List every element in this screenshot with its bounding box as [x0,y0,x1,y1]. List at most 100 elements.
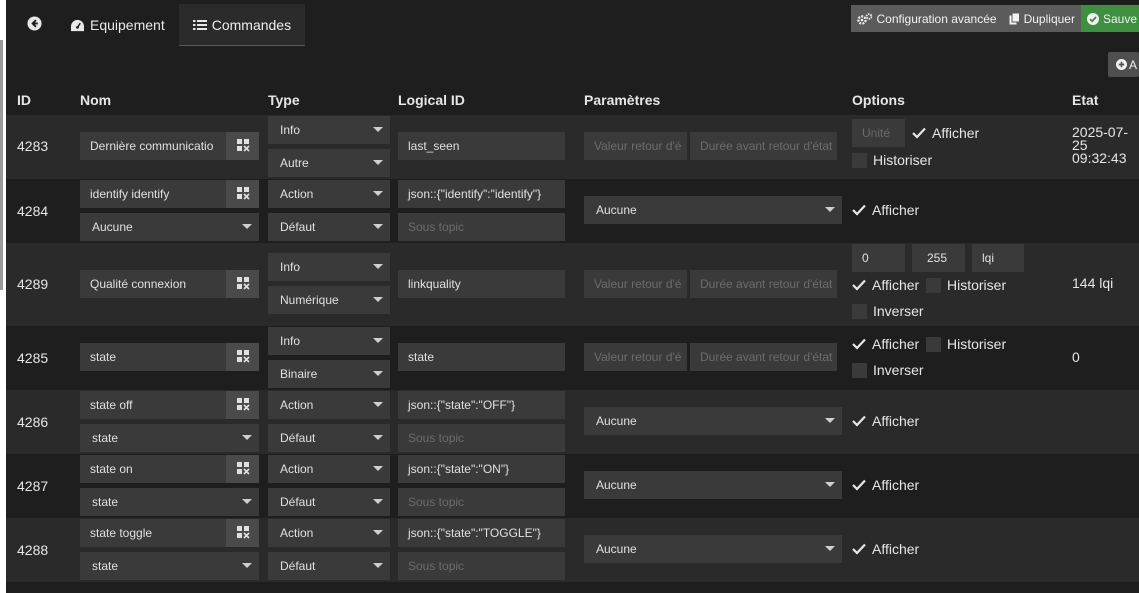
afficher-checkbox[interactable]: Afficher [852,413,919,429]
flag-icon [236,461,250,478]
add-command-button[interactable]: A [1108,52,1139,77]
icon-picker-button[interactable] [226,391,259,419]
afficher-checkbox[interactable]: Afficher [852,277,919,293]
afficher-label: Afficher [872,336,920,352]
caret-down-icon [825,207,835,212]
sauver-button[interactable]: Sauve [1080,5,1139,32]
afficher-checkbox[interactable]: Afficher [852,477,919,493]
check-circle-icon [1086,12,1099,25]
subtype-select[interactable]: Défaut [268,552,390,580]
config-avancee-label: Configuration avancée [876,11,997,26]
dupliquer-button[interactable]: Dupliquer [1002,5,1081,32]
afficher-checkbox[interactable]: Afficher [852,541,919,557]
value-select-text: state [92,495,119,509]
value-select[interactable]: Aucune [80,213,259,241]
caret-down-icon [373,224,383,229]
cmd-name-input[interactable]: state [80,343,226,371]
cmd-name-input[interactable]: state on [80,455,226,483]
parametre-select[interactable]: Aucune [584,196,842,224]
icon-picker-button[interactable] [226,270,259,298]
header-type: Type [268,92,300,108]
cmd-name-input[interactable]: Dernière communicatio [80,132,226,160]
historiser-checkbox[interactable]: Historiser [926,336,1006,352]
min-input[interactable]: 0 [852,244,905,272]
type-select[interactable]: Info [268,253,390,281]
icon-picker-button[interactable] [226,180,259,208]
checkbox-empty-icon [852,362,867,378]
logical-id-input[interactable]: last_seen [398,132,565,160]
tab-commandes[interactable]: Commandes [178,4,306,46]
icon-picker-button[interactable] [226,455,259,483]
cmd-name-input[interactable]: Qualité connexion [80,270,226,298]
cmd-name-input[interactable]: state toggle [80,519,226,547]
afficher-checkbox[interactable]: Afficher [852,336,919,352]
subtype-select[interactable]: Défaut [268,424,390,452]
afficher-checkbox[interactable]: Afficher [912,125,979,141]
sous-topic-input[interactable]: Sous topic [398,552,565,580]
icon-picker-button[interactable] [226,519,259,547]
type-select[interactable]: Info [268,116,390,144]
sous-topic-input[interactable]: Sous topic [398,424,565,452]
valeur-retour-input[interactable]: Valeur retour d'é [584,343,687,371]
parametre-select[interactable]: Aucune [584,407,842,435]
checkbox-empty-icon [926,336,941,352]
logical-id-input[interactable]: linkquality [398,270,565,298]
value-select[interactable]: state [80,552,259,580]
plus-circle-icon [1116,59,1127,70]
parametre-select[interactable]: Aucune [584,535,842,563]
duree-retour-input[interactable]: Durée avant retour d'état [690,270,837,298]
unit-input[interactable]: Unité [852,119,905,147]
type-select[interactable]: Info [268,327,390,355]
subtype-select[interactable]: Binaire [268,360,390,388]
inverser-checkbox[interactable]: Inverser [852,303,924,319]
type-select[interactable]: Action [268,455,390,483]
logical-id-input[interactable]: json::{"state":"OFF"} [398,391,565,419]
duree-retour-input[interactable]: Durée avant retour d'état [690,343,837,371]
historiser-checkbox[interactable]: Historiser [926,277,1006,293]
logical-id-input[interactable]: state [398,343,565,371]
unit-input[interactable]: lqi [972,244,1024,272]
subtype-value: Numérique [280,293,339,307]
cmd-id: 4288 [17,542,49,558]
icon-picker-button[interactable] [226,132,259,160]
afficher-label: Afficher [872,413,920,429]
duree-retour-input[interactable]: Durée avant retour d'état [690,132,837,160]
checkbox-empty-icon [852,303,867,319]
cmd-id: 4287 [17,478,49,494]
type-select[interactable]: Action [268,391,390,419]
logical-id-input[interactable]: json::{"state":"ON"} [398,455,565,483]
value-select[interactable]: state [80,488,259,516]
max-input[interactable]: 255 [912,244,965,272]
subtype-select[interactable]: Défaut [268,213,390,241]
caret-down-icon [825,546,835,551]
copy-icon [1009,12,1020,25]
subtype-select[interactable]: Défaut [268,488,390,516]
icon-picker-button[interactable] [226,343,259,371]
logical-id-input[interactable]: json::{"identify":"identify"} [398,180,565,208]
logical-id-input[interactable]: json::{"state":"TOGGLE"} [398,519,565,547]
header-id: ID [17,92,31,108]
config-avancee-button[interactable]: Configuration avancée [850,5,1003,32]
valeur-retour-input[interactable]: Valeur retour d'é [584,132,687,160]
cmd-name-input[interactable]: identify identify [80,180,226,208]
inverser-checkbox[interactable]: Inverser [852,362,924,378]
parametre-select[interactable]: Aucune [584,471,842,499]
parametre-value: Aucune [596,203,637,217]
value-select[interactable]: state [80,424,259,452]
caret-down-icon [242,435,252,440]
arrow-circle-left-icon [26,16,42,34]
cmd-name-input[interactable]: state off [80,391,226,419]
tab-equipement[interactable]: Equipement [56,4,179,46]
historiser-label: Historiser [947,277,1007,293]
type-select[interactable]: Action [268,180,390,208]
historiser-checkbox[interactable]: Historiser [852,152,932,168]
type-select[interactable]: Action [268,519,390,547]
sous-topic-input[interactable]: Sous topic [398,488,565,516]
subtype-select[interactable]: Numérique [268,286,390,314]
valeur-retour-input[interactable]: Valeur retour d'é [584,270,687,298]
sous-topic-input[interactable]: Sous topic [398,213,565,241]
back-button[interactable] [12,4,56,46]
afficher-label: Afficher [872,277,920,293]
subtype-select[interactable]: Autre [268,149,390,177]
afficher-checkbox[interactable]: Afficher [852,202,919,218]
